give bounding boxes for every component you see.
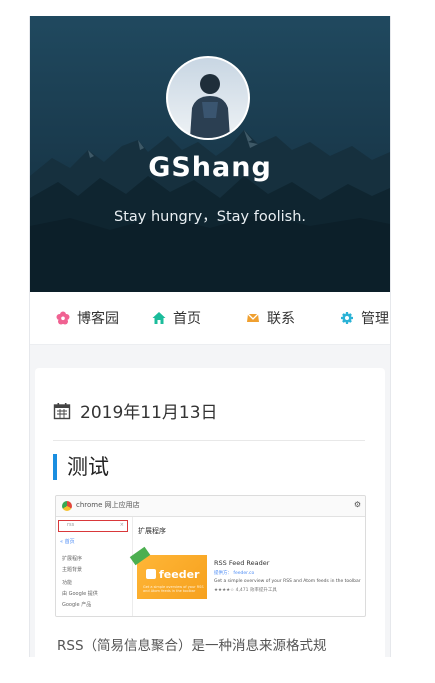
contact-icon xyxy=(247,313,259,322)
avatar[interactable] xyxy=(166,56,250,140)
chrome-logo-icon xyxy=(62,501,72,511)
site-title[interactable]: GShang xyxy=(30,152,390,183)
calendar-icon xyxy=(53,402,71,419)
screenshot-tile-sub: Get a simple overview of your RSS and At… xyxy=(143,585,204,593)
post-excerpt: RSS（简易信息聚合）是一种消息来源格式规 xyxy=(57,638,327,654)
divider xyxy=(53,440,365,441)
screenshot-side-row: Google 产品 xyxy=(62,602,92,608)
screenshot-store-title: chrome 网上应用店 xyxy=(76,501,140,509)
site-motto: Stay hungry，Stay foolish. xyxy=(113,209,306,225)
screenshot-extension-info: RSS Feed Reader 提供方： feeder.co Get a sim… xyxy=(214,559,361,593)
screenshot-search-box: rss × xyxy=(58,520,128,532)
nav-label: 首页 xyxy=(173,311,201,327)
nav-label: 联系 xyxy=(267,311,295,327)
screenshot-side-row: 功能 xyxy=(62,580,73,586)
screenshot-sidebar: rss × « 首页 扩展程序 主题背景 功能 由 Google 提供 Goog… xyxy=(56,517,133,616)
screenshot-search-value: rss xyxy=(67,522,75,528)
screenshot-side-row: 主题背景 xyxy=(62,567,83,573)
nav-item-contact[interactable]: 联系 xyxy=(246,308,295,328)
screenshot-side-row: 扩展程序 xyxy=(62,556,83,562)
nav-item-cnblogs[interactable]: 博客园 xyxy=(56,308,119,328)
screenshot-ext-meta: 提供方： feeder.co xyxy=(214,571,255,576)
screenshot-ext-name: RSS Feed Reader xyxy=(214,559,270,567)
home-icon xyxy=(152,312,166,324)
flower-icon xyxy=(56,311,70,325)
screenshot-back-link: « 首页 xyxy=(60,539,75,545)
nav-label: 管理 xyxy=(361,311,389,327)
post-date-text: 2019年11月13日 xyxy=(80,403,218,423)
blog-page: GShang Stay hungry，Stay foolish. 博客园 首页 … xyxy=(29,16,391,657)
nav-label: 博客园 xyxy=(77,311,119,327)
screenshot-side-row: 由 Google 提供 xyxy=(62,591,98,597)
rss-icon xyxy=(146,569,156,579)
post-title[interactable]: 测试 xyxy=(53,454,109,480)
nav-item-admin[interactable]: 管理 xyxy=(340,308,389,328)
screenshot-ext-rating: ★★★★☆ 4,471 效率提升工具 xyxy=(214,588,277,593)
nav-item-home[interactable]: 首页 xyxy=(152,308,201,328)
avatar-image xyxy=(168,58,248,138)
nav-bar: 博客园 首页 联系 管理 xyxy=(30,292,390,345)
blog-header: GShang Stay hungry，Stay foolish. xyxy=(30,16,390,292)
screenshot-tile-name: feeder xyxy=(159,568,200,581)
screenshot-feeder-tile: feeder Get a simple overview of your RSS… xyxy=(129,546,207,599)
close-icon: × xyxy=(119,522,124,528)
gear-icon xyxy=(341,312,353,324)
screenshot-section-title: 扩展程序 xyxy=(138,527,166,535)
gear-icon: ⚙ xyxy=(353,500,361,509)
post-image[interactable]: chrome 网上应用店 ⚙ rss × « 首页 扩展程序 主题背景 功能 由… xyxy=(55,495,366,617)
screenshot-ext-desc: Get a simple overview of your RSS and At… xyxy=(214,579,361,584)
post-date: 2019年11月13日 xyxy=(53,398,218,423)
post-card: 2019年11月13日 测试 chrome 网上应用店 ⚙ rss × « 首页… xyxy=(35,368,385,657)
screenshot-topbar: chrome 网上应用店 ⚙ xyxy=(56,496,365,517)
